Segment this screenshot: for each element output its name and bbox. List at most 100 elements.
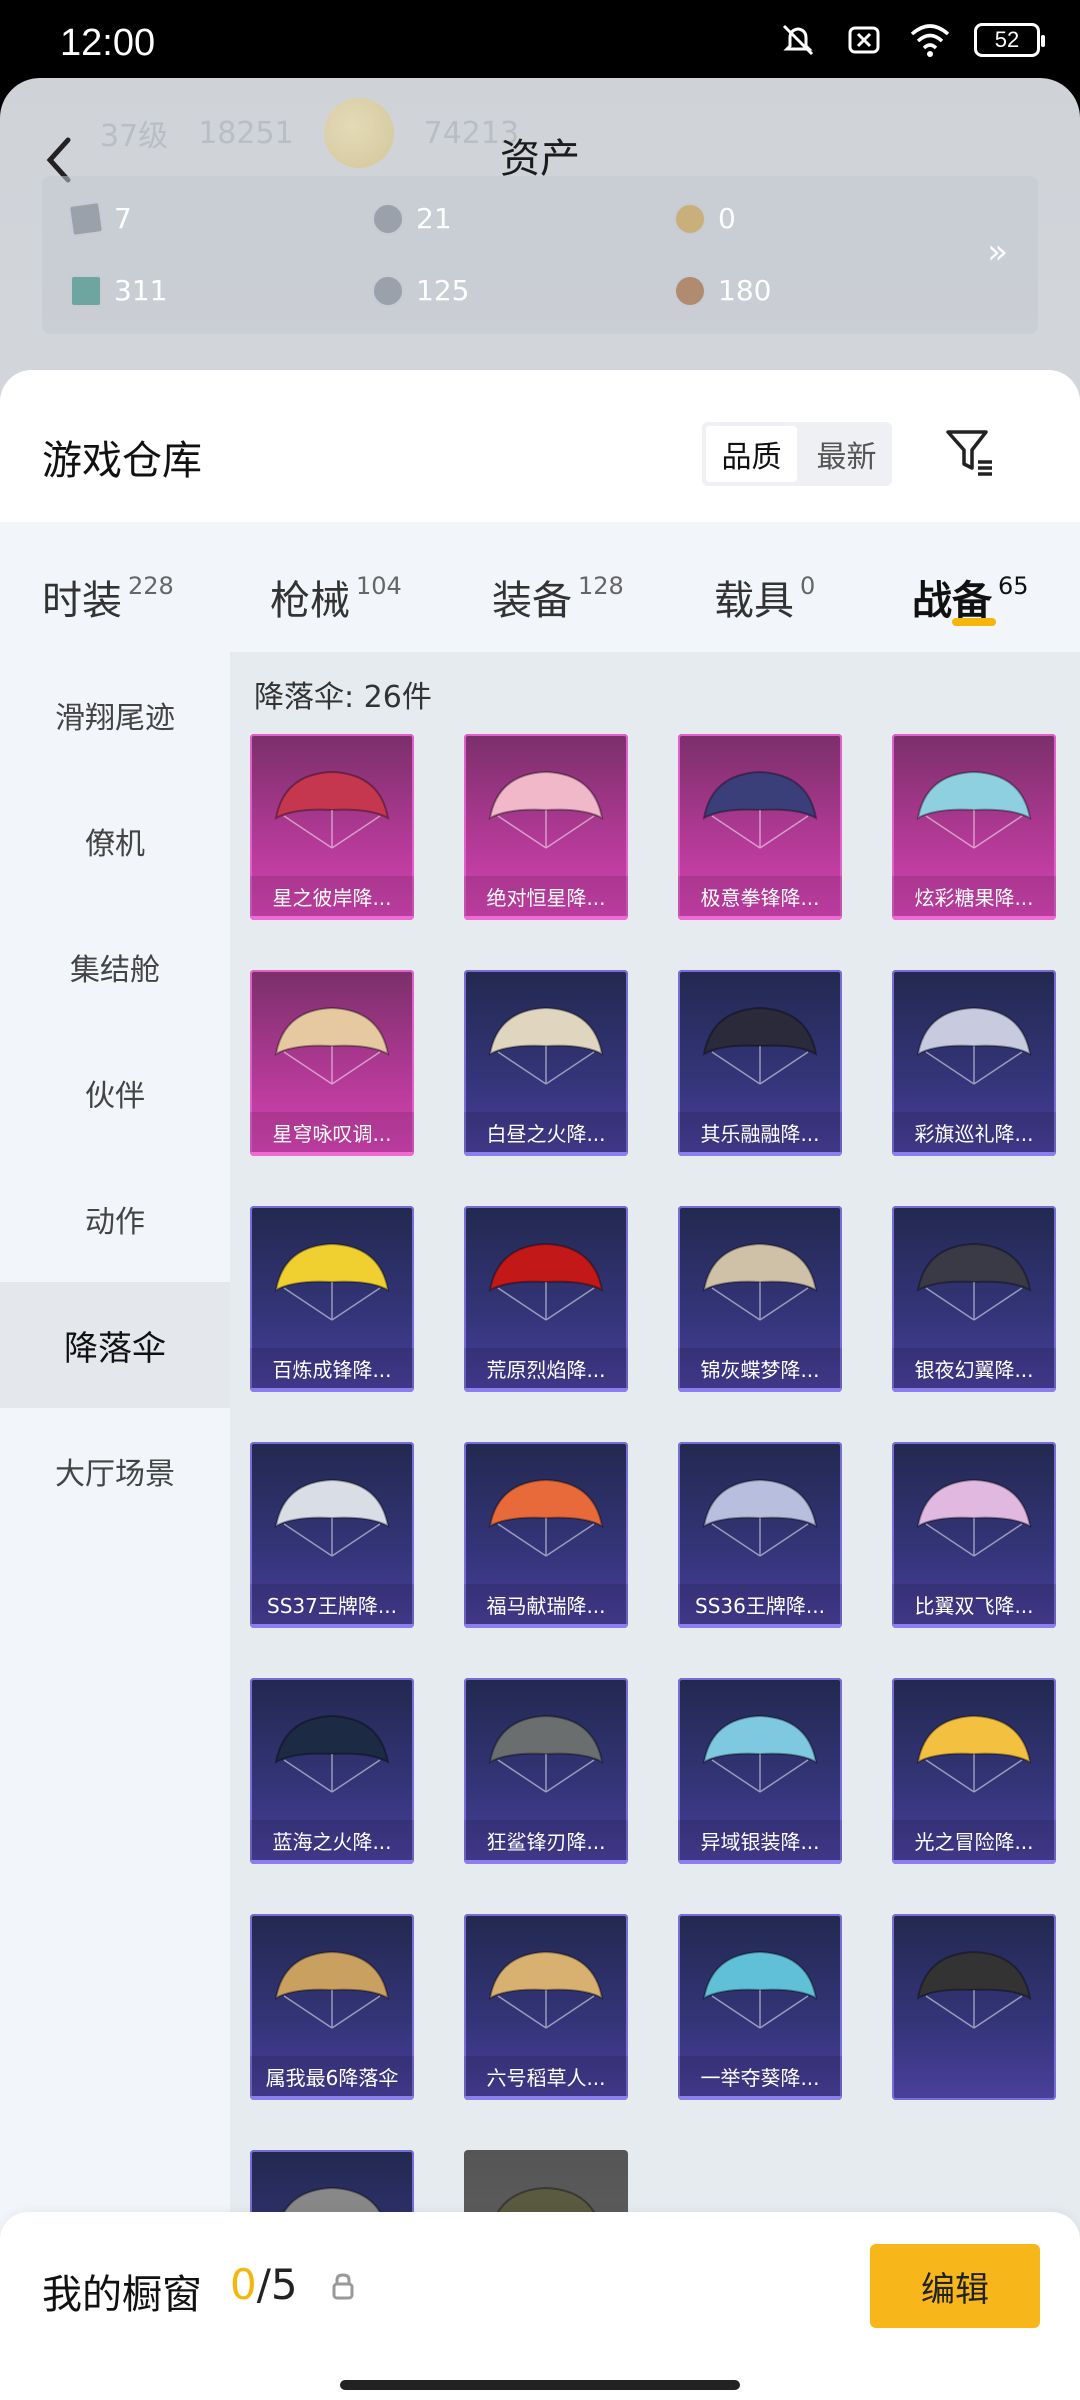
bronze-coin-icon bbox=[674, 274, 706, 307]
parachute-item[interactable]: SS36王牌降... bbox=[678, 1442, 842, 1628]
parachute-item[interactable]: 星穹咏叹调... bbox=[250, 970, 414, 1156]
sort-toggle: 品质 最新 bbox=[702, 422, 892, 486]
subcategory-sidebar: 滑翔尾迹 僚机 集结舱 伙伴 动作 降落伞 大厅场景 bbox=[0, 652, 230, 2400]
parachute-icon bbox=[702, 770, 818, 849]
parachute-icon bbox=[488, 770, 604, 849]
item-name: 异域银装降... bbox=[678, 1820, 842, 1864]
sidebar-item-parachute[interactable]: 降落伞 bbox=[0, 1282, 230, 1408]
parachute-item[interactable]: 光之冒险降... bbox=[892, 1678, 1056, 1864]
currency-item: 311 bbox=[70, 274, 167, 307]
parachute-item[interactable]: 属我最6降落伞 bbox=[250, 1914, 414, 2100]
sidebar-item-companion[interactable]: 伙伴 bbox=[0, 1030, 230, 1156]
parachute-item[interactable] bbox=[892, 1914, 1056, 2100]
sidebar-item-rally-pod[interactable]: 集结舱 bbox=[0, 904, 230, 1030]
item-name: 光之冒险降... bbox=[892, 1820, 1056, 1864]
currency-item: 125 bbox=[372, 274, 469, 307]
parachute-item[interactable]: 蓝海之火降... bbox=[250, 1678, 414, 1864]
sidebar-item-glide-trail[interactable]: 滑翔尾迹 bbox=[0, 652, 230, 778]
parachute-icon bbox=[488, 1950, 604, 2029]
currency-item: 180 bbox=[674, 274, 771, 307]
parachute-icon bbox=[274, 1242, 390, 1321]
parachute-icon bbox=[488, 1242, 604, 1321]
parachute-icon bbox=[916, 1950, 1032, 2029]
tab-weapons[interactable]: 枪械 104 bbox=[270, 568, 402, 626]
currency-item: 21 bbox=[372, 202, 452, 235]
parachute-item[interactable]: 白昼之火降... bbox=[464, 970, 628, 1156]
item-grid-area: 降落伞: 26件 星之彼岸降... 绝对恒星降... 极意拳锋降... 炫彩糖果降..… bbox=[230, 652, 1080, 2400]
parachute-item[interactable]: 六号稻草人... bbox=[464, 1914, 628, 2100]
parachute-item[interactable]: 荒原烈焰降... bbox=[464, 1206, 628, 1392]
item-name: 极意拳锋降... bbox=[678, 876, 842, 920]
category-count-header: 降落伞: 26件 bbox=[254, 680, 432, 715]
teal-card-icon bbox=[70, 274, 102, 307]
battery-icon: 52 bbox=[974, 23, 1045, 57]
parachute-icon bbox=[702, 1242, 818, 1321]
item-name: 锦灰蝶梦降... bbox=[678, 1348, 842, 1392]
item-name: 百炼成锋降... bbox=[250, 1348, 414, 1392]
gray-coin-icon bbox=[372, 274, 404, 307]
parachute-icon bbox=[916, 1006, 1032, 1085]
asset-header: 37级 18251 74213 资产 7 21 0 311 125 180 » bbox=[0, 78, 1080, 378]
item-name: 炫彩糖果降... bbox=[892, 876, 1056, 920]
parachute-item[interactable]: 一举夺葵降... bbox=[678, 1914, 842, 2100]
sort-newest-button[interactable]: 最新 bbox=[801, 422, 892, 486]
parachute-icon bbox=[488, 1006, 604, 1085]
sidebar-item-wingman[interactable]: 僚机 bbox=[0, 778, 230, 904]
status-bar: 12:00 52 bbox=[0, 0, 1080, 80]
parachute-icon bbox=[702, 1478, 818, 1557]
parachute-item[interactable]: 其乐融融降... bbox=[678, 970, 842, 1156]
showcase-bar: 我的橱窗 0/5 编辑 bbox=[0, 2212, 1080, 2400]
showcase-count: 0/5 bbox=[230, 2260, 298, 2309]
warehouse-header: 游戏仓库 品质 最新 bbox=[0, 370, 1080, 522]
currency-item: 7 bbox=[67, 200, 132, 237]
item-name: 白昼之火降... bbox=[464, 1112, 628, 1156]
tab-outfits[interactable]: 时装 228 bbox=[42, 568, 174, 626]
filter-icon bbox=[946, 430, 992, 476]
card-icon bbox=[67, 200, 105, 237]
parachute-icon bbox=[274, 1950, 390, 2029]
edit-button[interactable]: 编辑 bbox=[870, 2244, 1040, 2328]
item-name: 比翼双飞降... bbox=[892, 1584, 1056, 1628]
sidebar-item-lobby-scene[interactable]: 大厅场景 bbox=[0, 1408, 230, 1534]
item-name: SS36王牌降... bbox=[678, 1584, 842, 1628]
parachute-item[interactable]: 绝对恒星降... bbox=[464, 734, 628, 920]
warehouse-sheet: 游戏仓库 品质 最新 时装 228 枪械 104 装备 128 载具 0 战备 65 滑翔… bbox=[0, 370, 1080, 2400]
sort-quality-button[interactable]: 品质 bbox=[706, 426, 797, 482]
active-tab-indicator bbox=[952, 618, 996, 626]
parachute-icon bbox=[916, 1478, 1032, 1557]
item-name: 彩旗巡礼降... bbox=[892, 1112, 1056, 1156]
parachute-item[interactable]: 炫彩糖果降... bbox=[892, 734, 1056, 920]
tab-vehicles[interactable]: 载具 0 bbox=[714, 568, 815, 626]
silver-coin-icon bbox=[372, 202, 404, 235]
item-name: 荒原烈焰降... bbox=[464, 1348, 628, 1392]
gold-coin-icon bbox=[674, 202, 706, 235]
item-name: 福马献瑞降... bbox=[464, 1584, 628, 1628]
parachute-icon bbox=[274, 1006, 390, 1085]
clock: 12:00 bbox=[60, 22, 156, 64]
parachute-item[interactable]: 比翼双飞降... bbox=[892, 1442, 1056, 1628]
item-name: 绝对恒星降... bbox=[464, 876, 628, 920]
parachute-item[interactable]: 极意拳锋降... bbox=[678, 734, 842, 920]
parachute-item[interactable]: 福马献瑞降... bbox=[464, 1442, 628, 1628]
filter-button[interactable] bbox=[940, 422, 1000, 482]
parachute-item[interactable]: 狂鲨锋刃降... bbox=[464, 1678, 628, 1864]
parachute-icon bbox=[916, 770, 1032, 849]
parachute-icon bbox=[274, 770, 390, 849]
parachute-item[interactable]: 银夜幻翼降... bbox=[892, 1206, 1056, 1392]
tab-equipment[interactable]: 装备 128 bbox=[492, 568, 624, 626]
parachute-item[interactable]: 锦灰蝶梦降... bbox=[678, 1206, 842, 1392]
currency-panel[interactable]: 7 21 0 311 125 180 » bbox=[42, 176, 1038, 334]
item-name: 六号稻草人... bbox=[464, 2056, 628, 2100]
parachute-item[interactable]: 彩旗巡礼降... bbox=[892, 970, 1056, 1156]
sidebar-item-emote[interactable]: 动作 bbox=[0, 1156, 230, 1282]
parachute-item[interactable]: 星之彼岸降... bbox=[250, 734, 414, 920]
item-name: 星之彼岸降... bbox=[250, 876, 414, 920]
home-indicator[interactable] bbox=[340, 2380, 740, 2390]
item-name: 一举夺葵降... bbox=[678, 2056, 842, 2100]
showcase-label: 我的橱窗 bbox=[42, 2272, 202, 2318]
parachute-item[interactable]: 百炼成锋降... bbox=[250, 1206, 414, 1392]
parachute-item[interactable]: SS37王牌降... bbox=[250, 1442, 414, 1628]
parachute-icon bbox=[702, 1006, 818, 1085]
wifi-icon bbox=[908, 18, 952, 62]
parachute-item[interactable]: 异域银装降... bbox=[678, 1678, 842, 1864]
